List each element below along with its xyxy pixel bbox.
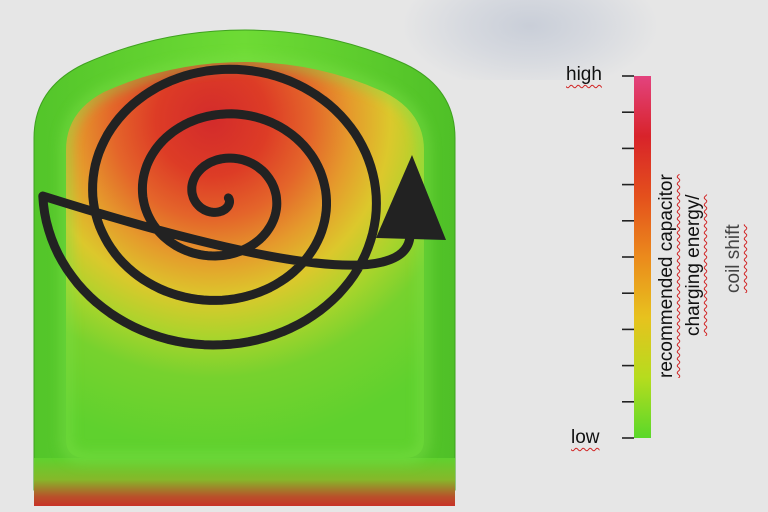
color-scale [622, 75, 651, 439]
legend-title-line2: charging energy/ [683, 194, 704, 336]
legend-low-label: low [571, 427, 600, 448]
coil-heatmap [33, 29, 456, 506]
color-scale-ticks [622, 75, 634, 439]
shell-base [34, 458, 455, 506]
legend-title-line3: coil shift [723, 224, 744, 293]
color-scale-bar [634, 76, 651, 438]
legend-title-line1: recommended capacitor [656, 174, 677, 378]
legend-high-label: high [566, 64, 602, 85]
